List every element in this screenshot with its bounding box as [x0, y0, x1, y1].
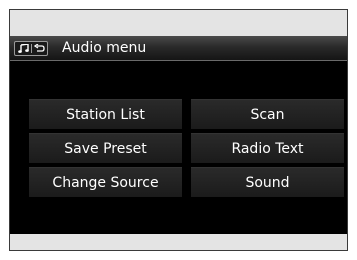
- header-icon-group[interactable]: [14, 41, 48, 56]
- screen-title: Audio menu: [62, 40, 147, 56]
- audio-menu-screen: Audio menu Station List Scan Save Preset…: [10, 36, 347, 234]
- header-bar: Audio menu: [10, 36, 347, 61]
- icon-divider: [31, 44, 32, 53]
- music-note-icon: [18, 44, 29, 53]
- back-arrow-icon: [34, 44, 45, 52]
- save-preset-button[interactable]: Save Preset: [29, 133, 182, 163]
- radio-text-button[interactable]: Radio Text: [191, 133, 344, 163]
- sound-button[interactable]: Sound: [191, 167, 344, 197]
- scan-button[interactable]: Scan: [191, 99, 344, 129]
- station-list-button[interactable]: Station List: [29, 99, 182, 129]
- change-source-button[interactable]: Change Source: [29, 167, 182, 197]
